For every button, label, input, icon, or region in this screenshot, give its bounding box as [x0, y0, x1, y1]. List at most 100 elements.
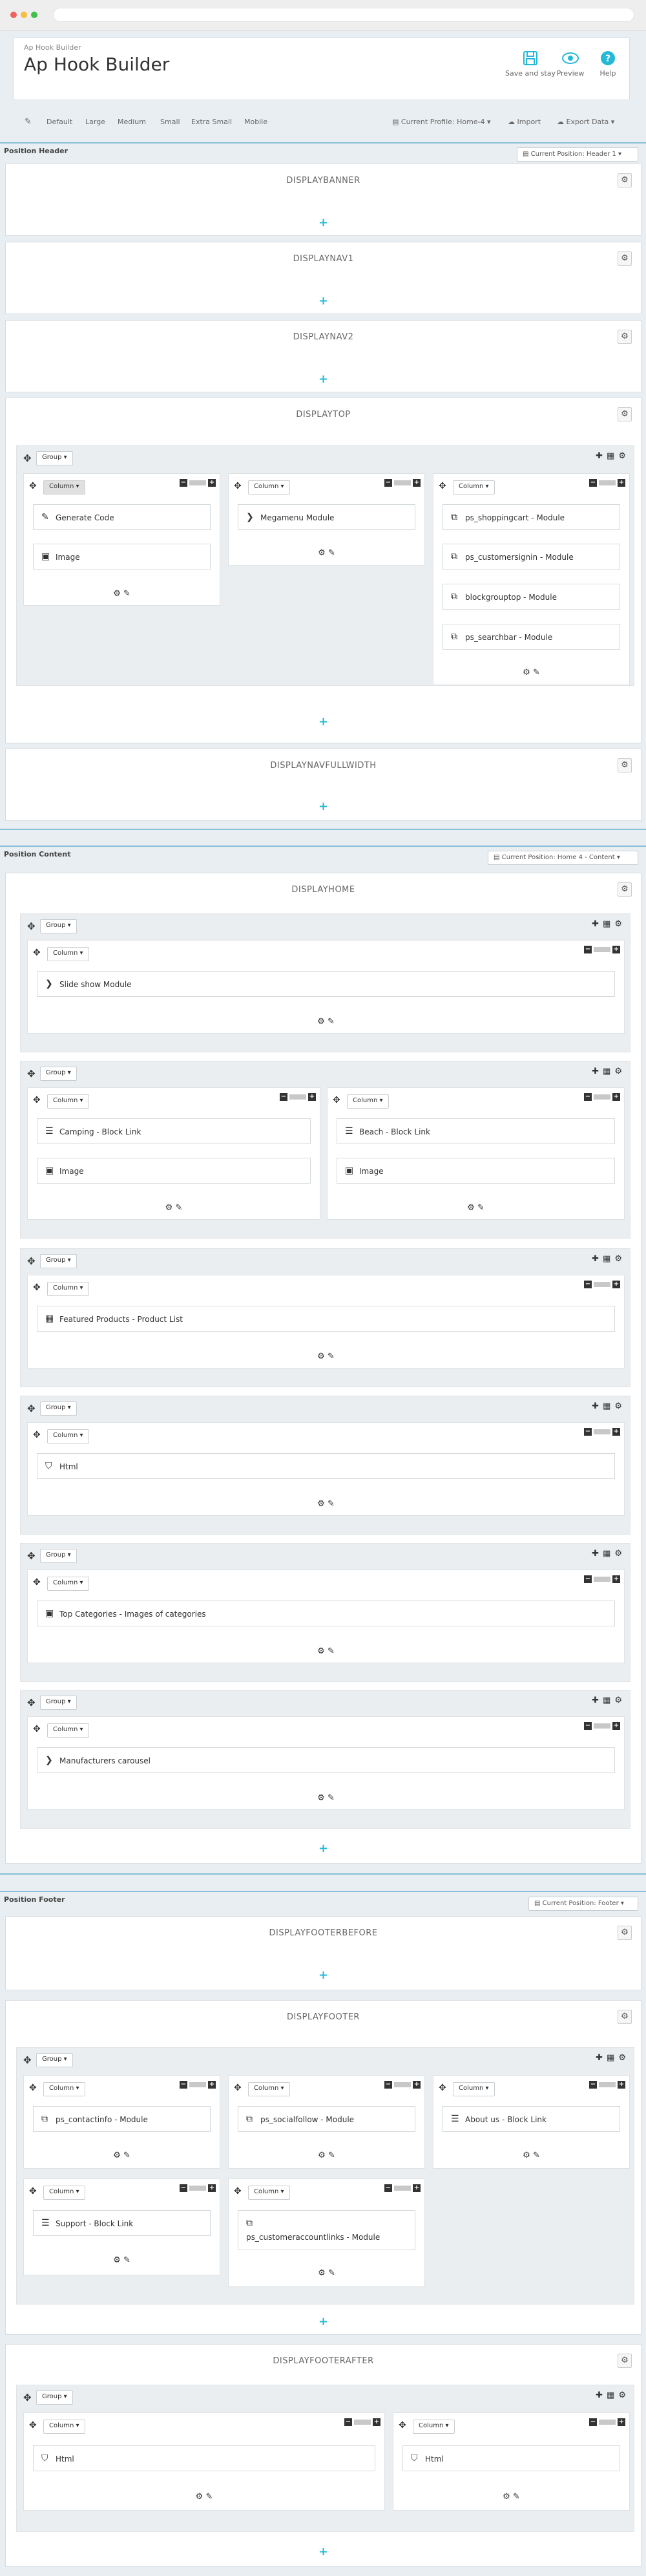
column-dropdown[interactable]: Column ▾: [43, 480, 85, 495]
add-group-button[interactable]: +: [6, 216, 641, 229]
move-icon[interactable]: ✥: [29, 481, 37, 491]
module-item[interactable]: ☰ Camping - Block Link: [37, 1118, 311, 1144]
maximize-window-dot[interactable]: [31, 12, 37, 18]
column-settings-icons[interactable]: ⚙ ✎: [393, 2492, 629, 2502]
column-dropdown[interactable]: Column ▾: [47, 947, 89, 961]
column-settings-icons[interactable]: ⚙ ✎: [24, 2255, 220, 2265]
column-width-tools[interactable]: − +: [584, 1428, 620, 1436]
column-settings-icons[interactable]: ⚙ ✎: [28, 1793, 624, 1803]
module-item[interactable]: ⛉ Html: [37, 1453, 615, 1479]
column-settings-icons[interactable]: ⚙ ✎: [24, 2151, 220, 2160]
column-dropdown[interactable]: Column ▾: [47, 1429, 89, 1443]
gear-icon[interactable]: ⚙: [618, 2354, 632, 2368]
move-icon[interactable]: ✥: [33, 1430, 41, 1440]
column-dropdown[interactable]: Column ▾: [47, 1094, 89, 1109]
add-group-button[interactable]: +: [6, 2545, 641, 2559]
column-dropdown[interactable]: Column ▾: [347, 1094, 389, 1109]
module-item[interactable]: ⧉ ps_searchbar - Module: [443, 624, 620, 650]
add-group-button[interactable]: +: [6, 1968, 641, 1982]
module-item[interactable]: ▣ Image: [337, 1158, 615, 1184]
column-dropdown[interactable]: Column ▾: [248, 2186, 290, 2200]
module-item[interactable]: ⧉ blockgrouptop - Module: [443, 584, 620, 610]
column-settings-icons[interactable]: ⚙ ✎: [24, 589, 220, 599]
module-item[interactable]: ⧉ ps_contactinfo - Module: [33, 2106, 211, 2132]
column-settings-icons[interactable]: ⚙ ✎: [28, 1646, 624, 1656]
current-profile-dropdown[interactable]: ▤ Current Profile: Home-4 ▾: [392, 118, 491, 126]
gear-icon[interactable]: ⚙: [618, 2010, 632, 2024]
module-item[interactable]: ⧉ ps_customeraccountlinks - Module: [238, 2210, 415, 2250]
pencil-icon[interactable]: ✎: [25, 117, 32, 127]
group-dropdown[interactable]: Group ▾: [36, 2053, 73, 2067]
module-item[interactable]: ☰ Support - Block Link: [33, 2210, 211, 2236]
minimize-window-dot[interactable]: [21, 12, 27, 18]
group-tools[interactable]: ✚▦⚙: [592, 1067, 626, 1076]
move-icon[interactable]: ✥: [23, 452, 32, 464]
add-group-button[interactable]: +: [6, 715, 641, 729]
module-item[interactable]: ⧉ ps_shoppingcart - Module: [443, 504, 620, 530]
move-icon[interactable]: ✥: [234, 481, 242, 491]
size-mobile-button[interactable]: Mobile: [244, 118, 267, 126]
column-width-tools[interactable]: − +: [384, 2184, 421, 2192]
column-width-tools[interactable]: − +: [589, 2081, 625, 2089]
column-width-tools[interactable]: − +: [584, 1722, 620, 1730]
column-width-tools[interactable]: − +: [589, 2418, 625, 2426]
move-icon[interactable]: ✥: [33, 1724, 41, 1734]
current-position-dropdown[interactable]: ▤ Current Position: Home 4 - Content ▾: [488, 851, 638, 865]
module-item[interactable]: ▣ Top Categories - Images of categories: [37, 1601, 615, 1626]
column-dropdown[interactable]: Column ▾: [47, 1282, 89, 1296]
size-large-button[interactable]: Large: [85, 118, 105, 126]
group-tools[interactable]: ✚▦⚙: [592, 919, 626, 929]
gear-icon[interactable]: ⚙: [618, 251, 632, 266]
column-settings-icons[interactable]: ⚙ ✎: [28, 1203, 320, 1213]
column-settings-icons[interactable]: ⚙ ✎: [328, 1203, 624, 1213]
move-icon[interactable]: ✥: [234, 2186, 242, 2197]
group-dropdown[interactable]: Group ▾: [40, 1067, 77, 1081]
column-dropdown[interactable]: Column ▾: [453, 2082, 495, 2096]
column-width-tools[interactable]: − +: [584, 1281, 620, 1288]
group-tools[interactable]: ✚▦⚙: [596, 2390, 630, 2400]
size-small-button[interactable]: Small: [160, 118, 180, 126]
gear-icon[interactable]: ⚙: [618, 1926, 632, 1940]
column-settings-icons[interactable]: ⚙ ✎: [28, 1352, 624, 1361]
module-item[interactable]: ⧉ ps_socialfollow - Module: [238, 2106, 415, 2132]
move-icon[interactable]: ✥: [27, 1068, 36, 1080]
move-icon[interactable]: ✥: [33, 1283, 41, 1293]
group-tools[interactable]: ✚▦⚙: [592, 1549, 626, 1559]
export-data-button[interactable]: ☁ Export Data ▾: [557, 118, 614, 126]
move-icon[interactable]: ✥: [333, 1095, 340, 1105]
column-width-tools[interactable]: − +: [384, 479, 421, 487]
column-width-tools[interactable]: − +: [589, 479, 625, 487]
column-dropdown[interactable]: Column ▾: [47, 1723, 89, 1738]
save-and-stay-button[interactable]: Save and stay: [505, 50, 556, 78]
move-icon[interactable]: ✥: [33, 1095, 41, 1105]
gear-icon[interactable]: ⚙: [618, 407, 632, 421]
group-dropdown[interactable]: Group ▾: [40, 1254, 77, 1268]
column-dropdown[interactable]: Column ▾: [43, 2186, 85, 2200]
group-dropdown[interactable]: Group ▾: [40, 1696, 77, 1710]
column-dropdown[interactable]: Column ▾: [248, 480, 290, 495]
move-icon[interactable]: ✥: [27, 1403, 36, 1414]
column-width-tools[interactable]: − +: [180, 479, 216, 487]
column-dropdown[interactable]: Column ▾: [43, 2420, 85, 2434]
column-settings-icons[interactable]: ⚙ ✎: [229, 2151, 424, 2160]
column-settings-icons[interactable]: ⚙ ✎: [28, 1017, 624, 1027]
gear-icon[interactable]: ⚙: [618, 330, 632, 344]
module-item[interactable]: ▣ Image: [37, 1158, 311, 1184]
column-dropdown[interactable]: Column ▾: [248, 2082, 290, 2096]
close-window-dot[interactable]: [10, 12, 17, 18]
group-dropdown[interactable]: Group ▾: [36, 2390, 73, 2405]
group-tools[interactable]: ✚▦⚙: [592, 1254, 626, 1264]
breadcrumb[interactable]: Ap Hook Builder: [24, 43, 81, 52]
group-dropdown[interactable]: Group ▾: [40, 1401, 77, 1416]
move-icon[interactable]: ✥: [439, 481, 446, 491]
group-tools[interactable]: ✚▦⚙: [596, 2053, 630, 2063]
column-settings-icons[interactable]: ⚙ ✎: [28, 1499, 624, 1509]
module-item[interactable]: ❯ Slide show Module: [37, 971, 615, 997]
move-icon[interactable]: ✥: [23, 2392, 32, 2403]
import-button[interactable]: ☁ Import: [508, 118, 541, 126]
size-extra-small-button[interactable]: Extra Small: [191, 118, 232, 126]
move-icon[interactable]: ✥: [29, 2083, 37, 2093]
column-width-tools[interactable]: − +: [280, 1093, 316, 1101]
module-item[interactable]: ☰ Beach - Block Link: [337, 1118, 615, 1144]
address-bar[interactable]: [53, 8, 634, 22]
